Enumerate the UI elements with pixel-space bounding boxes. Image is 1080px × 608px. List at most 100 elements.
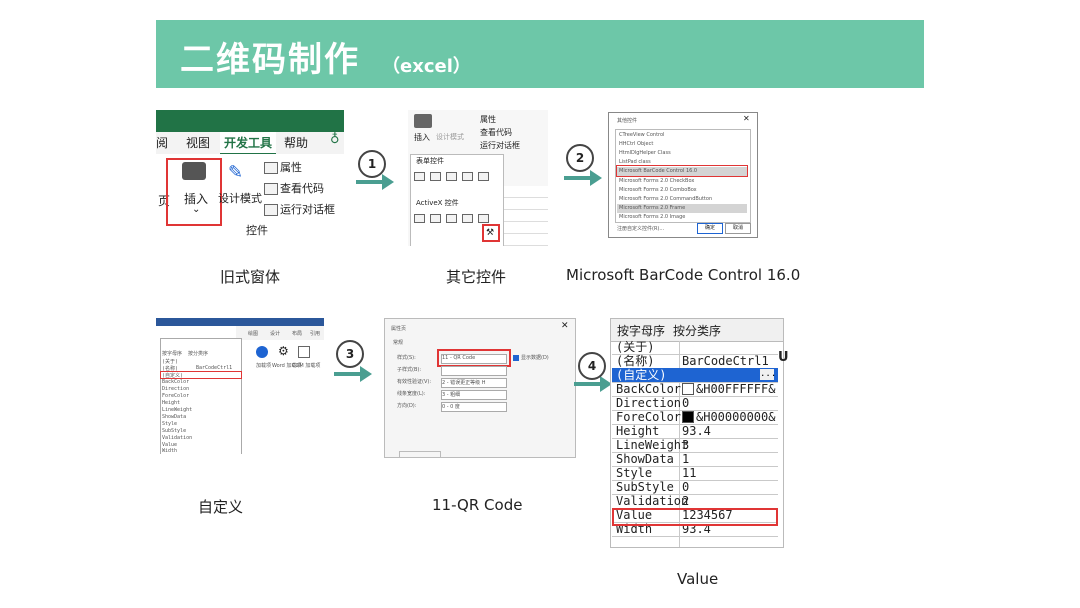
prop-row[interactable]: Style — [162, 421, 177, 427]
prop-row[interactable]: Validation 2 — [612, 494, 778, 509]
list-control-icon[interactable] — [478, 172, 489, 181]
close-icon[interactable]: ✕ — [561, 321, 569, 331]
prop-row[interactable]: Style 11 — [612, 466, 778, 481]
activex-checkbox-icon[interactable] — [446, 214, 457, 223]
prop-row[interactable]: SubStyle 0 — [612, 480, 778, 495]
addin-label[interactable]: 加载项 — [256, 362, 271, 369]
control-item[interactable]: Microsoft Forms 2.0 Image — [619, 214, 685, 220]
gear-icon: ⚙ — [278, 344, 289, 358]
control-item[interactable]: HHCtrl Object — [619, 141, 653, 147]
general-tab[interactable]: 常规 — [393, 339, 403, 346]
run-dialog-small-label[interactable]: 运行对话框 — [480, 140, 520, 151]
prop-value[interactable]: 0 — [682, 396, 689, 410]
com-addin-label[interactable]: COM 加载项 — [292, 362, 320, 369]
button-control-icon[interactable] — [414, 172, 425, 181]
prop-value[interactable]: 0 — [682, 480, 689, 494]
prop-name: Validation — [616, 494, 689, 508]
prop-row[interactable]: ShowData 1 — [612, 452, 778, 467]
field-label: 有效性验证(V): — [397, 379, 432, 385]
tab-developer[interactable]: 开发工具 — [220, 132, 277, 155]
view-code-label[interactable]: 查看代码 — [280, 180, 324, 196]
word-tab[interactable]: 引用 — [310, 330, 320, 337]
props-tab-category[interactable]: 按分类序 — [673, 322, 721, 339]
props-tab-alpha[interactable]: 按字母序 — [617, 322, 665, 339]
prop-row[interactable]: BackColor — [162, 379, 189, 385]
spin-control-icon[interactable] — [462, 172, 473, 181]
view-code-small-label[interactable]: 查看代码 — [480, 127, 512, 138]
style-highlight — [437, 349, 511, 367]
show-data-checkbox[interactable] — [513, 355, 519, 361]
tab-help[interactable]: 帮助 — [284, 134, 308, 151]
prop-row[interactable]: Height — [162, 400, 180, 406]
checkbox-control-icon[interactable] — [446, 172, 457, 181]
caption-other-controls: 其它控件 — [446, 268, 507, 286]
caption-barcode-control: Microsoft BarCode Control 16.0 — [566, 266, 801, 284]
line-weight-select[interactable]: 3 - 粗细 — [441, 390, 507, 400]
prop-value[interactable]: 3 — [682, 438, 689, 452]
lightbulb-icon[interactable]: ♁ — [330, 132, 340, 147]
caption-legacy-forms: 旧式窗体 — [220, 268, 281, 286]
activex-combo-icon[interactable] — [430, 214, 441, 223]
prop-row[interactable]: ForeColor &H00000000& — [612, 410, 778, 425]
run-dialog-label[interactable]: 运行对话框 — [280, 201, 335, 217]
control-item[interactable]: HtmlDlgHelper Class — [619, 150, 671, 156]
prop-row[interactable]: Direction 0 — [612, 396, 778, 411]
prop-value[interactable]: 1 — [682, 452, 689, 466]
substyle-select[interactable] — [441, 366, 507, 376]
word-tab[interactable]: 绘图 — [248, 330, 258, 337]
tab-view[interactable]: 视图 — [186, 134, 210, 151]
prop-row[interactable]: Height 93.4 — [612, 424, 778, 439]
textbox-control-icon[interactable] — [414, 214, 425, 223]
prop-value[interactable]: 11 — [682, 466, 696, 480]
control-item[interactable]: Microsoft Forms 2.0 CommandButton — [619, 196, 712, 202]
prop-row[interactable]: ForeColor — [162, 393, 189, 399]
prop-row[interactable]: (名称) BarCodeCtrl1 — [612, 354, 778, 369]
prop-name: (自定义) — [616, 368, 667, 382]
cancel-button[interactable]: 取消 — [725, 223, 751, 234]
ribbon-tab-partial[interactable]: 阅 — [156, 134, 168, 151]
prop-row[interactable]: LineWeight — [162, 407, 192, 413]
props-tab-category[interactable]: 按分类序 — [188, 350, 208, 357]
ok-button[interactable]: 确定 — [697, 223, 723, 234]
control-item[interactable]: Microsoft Forms 2.0 CheckBox — [619, 178, 694, 184]
validation-select[interactable]: 2 - 错误更正等级 H — [441, 378, 507, 388]
prop-row[interactable]: SubStyle — [162, 428, 186, 434]
field-label: 线条宽度(L): — [397, 391, 426, 397]
prop-row[interactable]: Direction — [162, 386, 189, 392]
control-item[interactable]: Microsoft Forms 2.0 Frame — [619, 205, 685, 211]
word-tab[interactable]: 布局 — [292, 330, 302, 337]
properties-label[interactable]: 属性 — [280, 159, 302, 175]
prop-row[interactable]: (自定义)... — [612, 368, 778, 383]
prop-value[interactable]: 2 — [682, 494, 689, 508]
control-item[interactable]: CTreeView Control — [619, 132, 664, 138]
prop-row[interactable]: BackColor &H00FFFFFF& — [612, 382, 778, 397]
control-item[interactable]: Microsoft Forms 2.0 ComboBox — [619, 187, 697, 193]
page-title: 二维码制作 — [180, 40, 360, 80]
prop-value[interactable]: &H00000000& — [696, 410, 775, 424]
word-tab[interactable]: 设计 — [270, 330, 280, 337]
register-custom-button[interactable]: 注册自定义控件(R)... — [617, 225, 664, 232]
properties-small-label[interactable]: 属性 — [480, 114, 496, 125]
backcolor-swatch[interactable] — [682, 383, 694, 395]
insert-small-label[interactable]: 插入 — [414, 132, 430, 143]
prop-value[interactable]: &H00FFFFFF& — [696, 382, 775, 396]
direction-select[interactable]: 0 - 0 度 — [441, 402, 507, 412]
prop-row-about[interactable]: (关于) — [162, 358, 178, 365]
combo-control-icon[interactable] — [430, 172, 441, 181]
forecolor-swatch[interactable] — [682, 411, 694, 423]
page-subtitle: （excel） — [382, 56, 471, 77]
prop-row[interactable]: LineWeight 3 — [612, 438, 778, 453]
design-small-label[interactable]: 设计模式 — [436, 132, 464, 142]
close-icon[interactable]: ✕ — [743, 114, 750, 123]
prop-row[interactable]: Validation — [162, 435, 192, 441]
activex-toggle-icon[interactable] — [478, 214, 489, 223]
prop-row[interactable]: (关于) — [612, 340, 778, 355]
ellipsis-button[interactable]: ... — [760, 369, 776, 380]
prop-row[interactable]: ShowData — [162, 414, 186, 420]
activex-image-icon[interactable] — [462, 214, 473, 223]
props-tab-alpha[interactable]: 按字母序 — [162, 350, 182, 357]
prop-value[interactable]: 93.4 — [682, 424, 711, 438]
prop-row[interactable]: Width — [162, 448, 177, 454]
design-mode-label[interactable]: 设计模式 — [218, 190, 262, 206]
prop-value[interactable]: BarCodeCtrl1 — [682, 354, 769, 368]
